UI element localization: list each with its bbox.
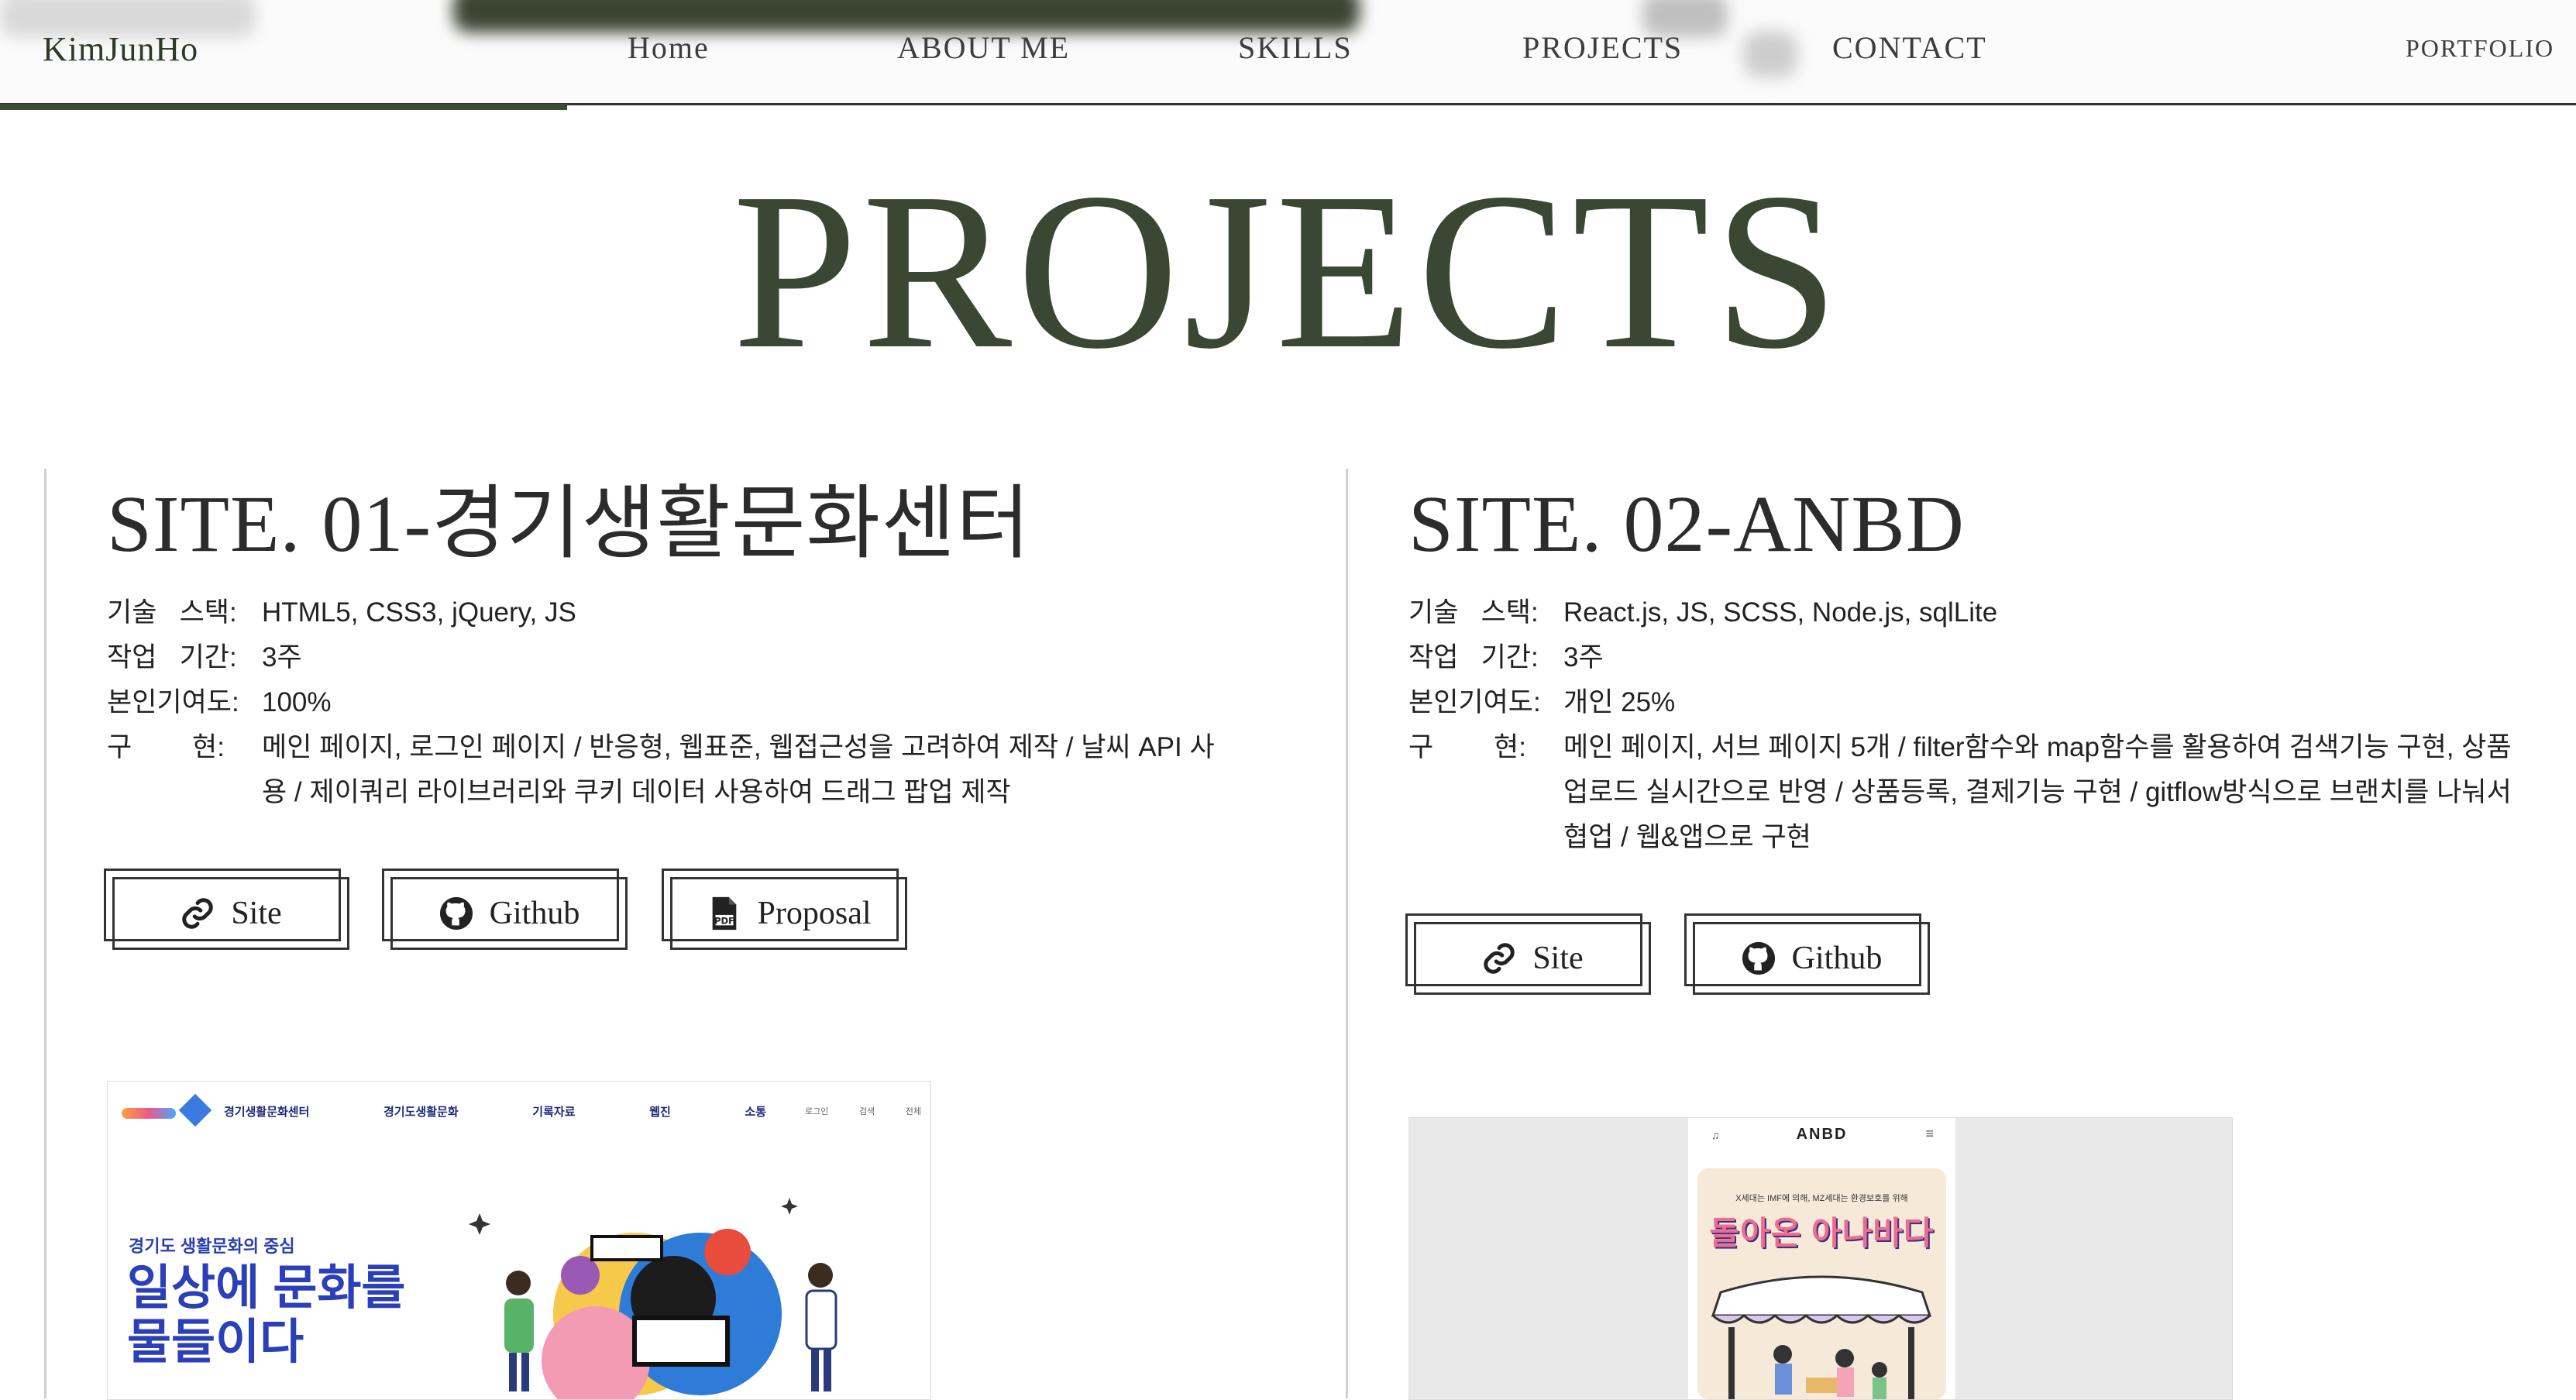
info-value: 메인 페이지, 로그인 페이지 / 반응형, 웹표준, 웹접근성을 고려하여 제… xyxy=(262,732,1215,808)
info-row-contribution: 본인기여도: 개인 25% xyxy=(1408,680,2516,725)
market-stall-illustration xyxy=(1711,1275,1932,1399)
info-value: 100% xyxy=(262,687,332,718)
preview-menu-item: 웹진 xyxy=(649,1106,671,1119)
info-row-stack: 기술 스택: HTML5, CSS3, jQuery, JS xyxy=(107,590,1238,635)
card-divider-left xyxy=(44,469,46,1398)
proposal-button-label: Proposal xyxy=(757,896,872,931)
project-info: 기술 스택: HTML5, CSS3, jQuery, JS 작업 기간: 3주… xyxy=(107,590,1238,815)
preview-headline: 일상에 문화를 물들이다 xyxy=(127,1261,405,1370)
nav-home[interactable]: Home xyxy=(628,29,710,66)
proposal-button[interactable]: PDF Proposal xyxy=(662,869,907,950)
info-label: 구 현: xyxy=(1408,732,1526,763)
site-button[interactable]: Site xyxy=(1405,913,1651,995)
info-label: 작업 기간: xyxy=(107,642,237,673)
info-value: 3주 xyxy=(262,642,302,673)
nav-about-me[interactable]: ABOUT ME xyxy=(897,29,1070,66)
preview-util-item: 검색 xyxy=(858,1107,875,1116)
preview-headline-line: 일상에 문화를 xyxy=(127,1261,406,1315)
github-button-label: Github xyxy=(1791,941,1883,976)
top-header: KimJunHo Home ABOUT ME SKILLS PROJECTS C… xyxy=(0,0,2576,105)
culture-illustration xyxy=(469,1198,837,1399)
info-label: 기술 스택: xyxy=(1408,597,1539,628)
card-divider-middle xyxy=(1346,469,1348,1398)
preview-banner: X세대는 IMF에 의해, MZ세대는 환경보호를 위해 돌아온 아나바다 xyxy=(1697,1168,1946,1399)
project-card-1: SITE. 01-경기생활문화센터 기술 스택: HTML5, CSS3, jQ… xyxy=(107,480,1238,815)
preview-menu: 경기생활문화센터 경기도생활문화 기록자료 웹진 소통 xyxy=(224,1103,766,1120)
project-2-screenshot[interactable]: ♫ ANBD ≡ X세대는 IMF에 의해, MZ세대는 환경보호를 위해 돌아… xyxy=(1408,1117,2233,1400)
site-logo xyxy=(122,1093,215,1130)
info-label: 기술 스택: xyxy=(107,597,237,628)
portfolio-label: PORTFOLIO xyxy=(2406,34,2555,62)
project-card-2: SITE. 02-ANBD 기술 스택: React.js, JS, SCSS,… xyxy=(1408,480,2516,860)
preview-util-item: 로그인 xyxy=(805,1107,829,1116)
github-button[interactable]: Github xyxy=(382,869,628,950)
mobile-frame: ♫ ANBD ≡ X세대는 IMF에 의해, MZ세대는 환경보호를 위해 돌아… xyxy=(1688,1118,1955,1399)
pdf-file-icon: PDF xyxy=(712,896,736,930)
github-button[interactable]: Github xyxy=(1684,913,1930,995)
site-button-label: Site xyxy=(231,896,282,931)
info-row-period: 작업 기간: 3주 xyxy=(107,635,1238,680)
section-title: PROJECTS xyxy=(732,146,1844,395)
info-row-period: 작업 기간: 3주 xyxy=(1408,635,2516,680)
header-blurred-backdrop xyxy=(453,0,1360,33)
preview-subtitle: 경기도 생활문화의 중심 xyxy=(129,1237,295,1256)
info-value: 3주 xyxy=(1563,642,1604,673)
preview-banner-title: 돌아온 아나바다 xyxy=(1709,1215,1935,1251)
menu-icon: ≡ xyxy=(1925,1126,1934,1141)
preview-util-links: 로그인 검색 전체 xyxy=(805,1105,921,1117)
scroll-progress-bar xyxy=(0,104,567,110)
info-value: HTML5, CSS3, jQuery, JS xyxy=(262,597,576,628)
preview-headline-line: 물들이다 xyxy=(127,1316,304,1369)
project-title: SITE. 01-경기생활문화센터 xyxy=(107,480,1031,569)
info-label: 본인기여도: xyxy=(1408,687,1541,718)
info-label: 본인기여도: xyxy=(107,687,239,718)
nav-skills[interactable]: SKILLS xyxy=(1238,29,1353,66)
preview-tagline: X세대는 IMF에 의해, MZ세대는 환경보호를 위해 xyxy=(1735,1194,1908,1203)
preview-menu-item: 소통 xyxy=(745,1106,766,1119)
nav-projects[interactable]: PROJECTS xyxy=(1522,29,1683,66)
info-value: 개인 25% xyxy=(1563,687,1676,718)
header-blurred-backdrop xyxy=(1743,31,1797,77)
preview-logo: ANBD xyxy=(1796,1126,1848,1143)
project-title: SITE. 02-ANBD xyxy=(1408,480,1965,569)
preview-menu-item: 경기생활문화센터 xyxy=(224,1106,310,1119)
svg-text:PDF: PDF xyxy=(714,915,734,926)
github-icon xyxy=(439,896,473,930)
info-value: 메인 페이지, 서브 페이지 5개 / filter함수와 map함수를 활용하… xyxy=(1563,732,2512,853)
project-info: 기술 스택: React.js, JS, SCSS, Node.js, sqlL… xyxy=(1408,590,2516,860)
info-row-stack: 기술 스택: React.js, JS, SCSS, Node.js, sqlL… xyxy=(1408,590,2516,635)
nav-contact[interactable]: CONTACT xyxy=(1832,29,1987,66)
site-button[interactable]: Site xyxy=(104,869,349,950)
info-row-contribution: 본인기여도: 100% xyxy=(107,680,1238,725)
info-label: 작업 기간: xyxy=(1408,642,1539,673)
link-icon xyxy=(1484,943,1515,974)
github-button-label: Github xyxy=(489,896,580,931)
preview-menu-item: 기록자료 xyxy=(532,1106,576,1119)
brand-logo[interactable]: KimJunHo xyxy=(43,29,198,69)
project-1-screenshot[interactable]: 경기생활문화센터 경기도생활문화 기록자료 웹진 소통 로그인 검색 전체 경기… xyxy=(107,1081,931,1400)
info-value: React.js, JS, SCSS, Node.js, sqlLite xyxy=(1563,597,1998,628)
preview-menu-item: 경기도생활문화 xyxy=(383,1106,459,1119)
link-icon xyxy=(182,898,213,929)
info-row-implementation: 구 현: 메인 페이지, 서브 페이지 5개 / filter함수와 map함수… xyxy=(1408,725,2516,860)
github-icon xyxy=(1742,941,1775,975)
preview-util-item: 전체 xyxy=(905,1107,921,1116)
site-button-label: Site xyxy=(1532,941,1584,976)
info-label: 구 현: xyxy=(107,732,225,763)
info-row-implementation: 구 현: 메인 페이지, 로그인 페이지 / 반응형, 웹표준, 웹접근성을 고… xyxy=(107,725,1238,815)
